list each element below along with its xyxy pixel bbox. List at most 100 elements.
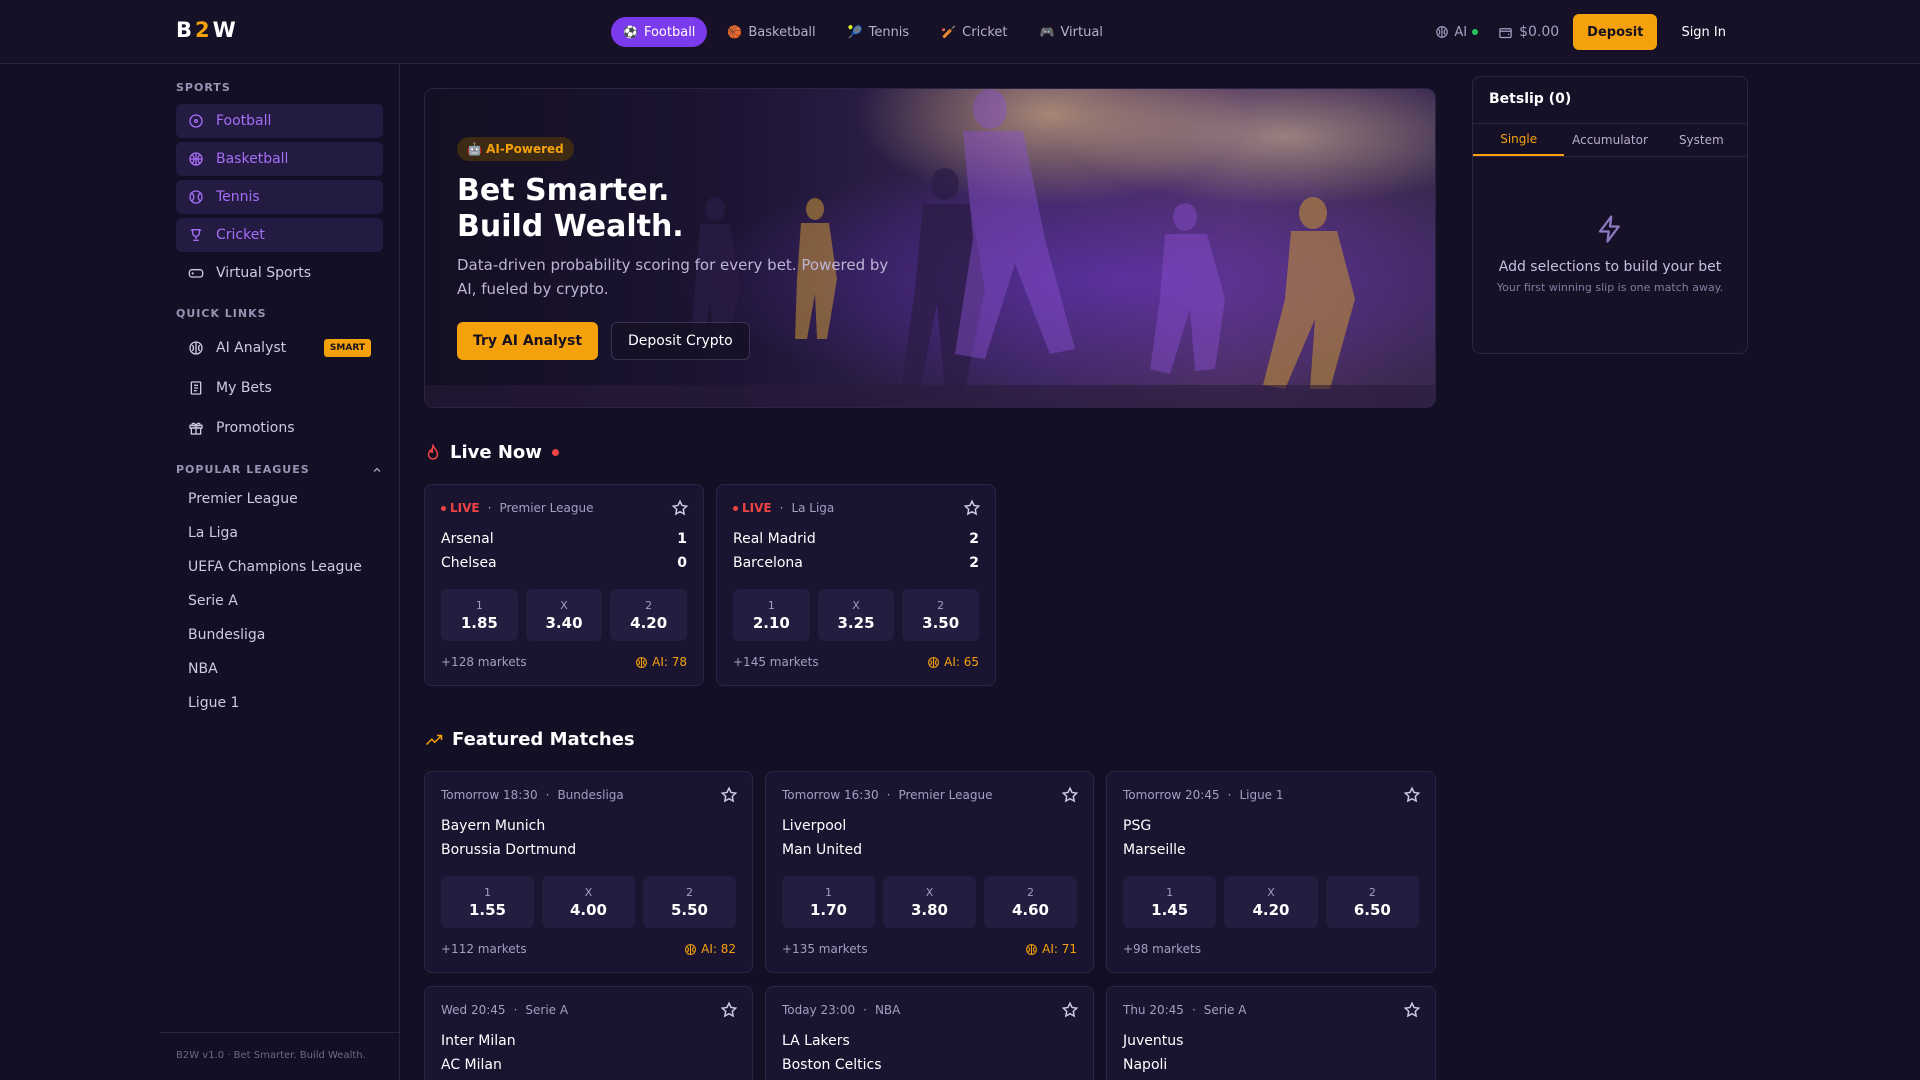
- live-label: LIVE: [733, 501, 772, 515]
- sports-heading: SPORTS: [176, 81, 231, 94]
- league-la-liga[interactable]: La Liga: [188, 516, 383, 550]
- league-ligue-1[interactable]: Ligue 1: [188, 686, 383, 720]
- odds-row: 1 1.85 X 3.40 2 4.20: [441, 589, 688, 641]
- odd-draw-button[interactable]: X 3.80: [883, 876, 976, 928]
- logo[interactable]: B2W: [176, 18, 239, 42]
- brain-icon: [636, 656, 648, 668]
- odd-value: 1.45: [1151, 900, 1189, 919]
- sidebar-item-virtual-sports[interactable]: Virtual Sports: [176, 256, 383, 290]
- sport-nav: ⚽ Football 🏀 Basketball 🎾 Tennis 🏏 Crick…: [611, 17, 1115, 47]
- sidebar-item-ai-analyst[interactable]: AI Analyst SMART: [176, 330, 383, 366]
- chevron-up-icon[interactable]: [371, 464, 383, 476]
- wallet-balance[interactable]: $0.00: [1494, 24, 1563, 40]
- odd-away-button[interactable]: 2 4.60: [984, 876, 1077, 928]
- sign-in-button[interactable]: Sign In: [1667, 25, 1740, 40]
- sidebar-item-cricket[interactable]: Cricket: [176, 218, 383, 252]
- star-icon[interactable]: [963, 499, 981, 517]
- odd-draw-button[interactable]: X 4.00: [542, 876, 635, 928]
- markets-count[interactable]: +98 markets: [1123, 942, 1201, 956]
- featured-match-card[interactable]: Tomorrow 18:30 · Bundesliga Bayern Munic…: [424, 771, 753, 973]
- logo-letter-w: W: [212, 18, 239, 42]
- match-meta: LIVE · La Liga: [733, 501, 834, 515]
- odd-value: 4.60: [1011, 900, 1049, 919]
- meta-separator: ·: [1227, 788, 1232, 802]
- odd-draw-button[interactable]: X 3.25: [817, 589, 895, 641]
- odd-label: X: [1267, 885, 1275, 899]
- meta-separator: ·: [1191, 1003, 1196, 1017]
- league-nba[interactable]: NBA: [188, 652, 383, 686]
- odd-value: 3.50: [922, 613, 960, 632]
- nav-tennis[interactable]: 🎾 Tennis: [836, 17, 922, 47]
- markets-count[interactable]: +135 markets: [782, 942, 868, 956]
- odd-draw-button[interactable]: X 4.20: [1224, 876, 1318, 928]
- odd-home-button[interactable]: 1 1.45: [1123, 876, 1217, 928]
- odd-home-button[interactable]: 1 1.85: [441, 589, 518, 641]
- featured-match-card[interactable]: Tomorrow 20:45 · Ligue 1 PSG Marseille 1…: [1106, 771, 1436, 973]
- league-serie-a[interactable]: Serie A: [188, 584, 383, 618]
- live-match-card[interactable]: LIVE · La Liga Real Madrid 2 Barcelona 2…: [716, 484, 996, 686]
- home-score: 1: [677, 531, 687, 547]
- odd-label: X: [925, 885, 934, 899]
- leagues-header[interactable]: POPULAR LEAGUES: [176, 463, 383, 476]
- odd-away-button[interactable]: 2 6.50: [1325, 876, 1419, 928]
- sidebar-item-tennis[interactable]: Tennis: [176, 180, 383, 214]
- featured-match-card[interactable]: Tomorrow 16:30 · Premier League Liverpoo…: [765, 771, 1094, 973]
- featured-match-card[interactable]: Thu 20:45 · Serie A Juventus Napoli: [1106, 986, 1436, 1080]
- tab-accumulator[interactable]: Accumulator: [1564, 124, 1655, 156]
- markets-count[interactable]: +128 markets: [441, 655, 527, 669]
- home-team: Bayern Munich: [441, 818, 546, 834]
- star-icon[interactable]: [671, 499, 689, 517]
- sidebar-item-basketball[interactable]: Basketball: [176, 142, 383, 176]
- odd-label: 1: [484, 885, 491, 899]
- live-match-card[interactable]: LIVE · Premier League Arsenal 1 Chelsea …: [424, 484, 704, 686]
- match-meta: Thu 20:45 · Serie A: [1123, 1003, 1246, 1017]
- star-icon[interactable]: [1061, 1001, 1079, 1019]
- odd-label: 2: [686, 885, 693, 899]
- match-league: Premier League: [499, 501, 594, 515]
- sidebar-item-promotions[interactable]: Promotions: [176, 410, 383, 446]
- tab-system[interactable]: System: [1656, 124, 1747, 156]
- league-bundesliga[interactable]: Bundesliga: [188, 618, 383, 652]
- sidebar-item-my-bets[interactable]: My Bets: [176, 370, 383, 406]
- nav-basketball[interactable]: 🏀 Basketball: [715, 17, 827, 47]
- odd-label: 2: [1027, 885, 1034, 899]
- odd-home-button[interactable]: 1 2.10: [733, 589, 810, 641]
- odd-label: 2: [937, 598, 945, 612]
- odd-home-button[interactable]: 1 1.70: [782, 876, 875, 928]
- nav-cricket[interactable]: 🏏 Cricket: [929, 17, 1019, 47]
- star-icon[interactable]: [1403, 786, 1421, 804]
- odd-draw-button[interactable]: X 3.40: [525, 589, 603, 641]
- match-meta: Tomorrow 20:45 · Ligue 1: [1123, 788, 1284, 802]
- league-champions-league[interactable]: UEFA Champions League: [188, 550, 383, 584]
- star-icon[interactable]: [1403, 1001, 1421, 1019]
- star-icon[interactable]: [720, 786, 738, 804]
- ai-score-value: AI: 71: [1042, 942, 1077, 956]
- try-ai-analyst-button[interactable]: Try AI Analyst: [457, 322, 599, 360]
- deposit-crypto-button[interactable]: Deposit Crypto: [611, 322, 750, 360]
- odd-away-button[interactable]: 2 3.50: [902, 589, 980, 641]
- hero-banner: 🤖 AI-Powered Bet Smarter. Build Wealth. …: [424, 88, 1436, 408]
- nav-football[interactable]: ⚽ Football: [611, 17, 708, 47]
- odd-value: 1.55: [468, 900, 506, 919]
- star-icon[interactable]: [1061, 786, 1079, 804]
- odd-away-button[interactable]: 2 5.50: [643, 876, 736, 928]
- sidebar-item-football[interactable]: Football: [176, 104, 383, 138]
- odd-label: 1: [767, 598, 775, 612]
- sidebar-footer: B2W v1.0 · Bet Smarter. Build Wealth.: [160, 1032, 400, 1080]
- featured-match-card[interactable]: Wed 20:45 · Serie A Inter Milan AC Milan: [424, 986, 753, 1080]
- trophy-icon: [188, 227, 204, 243]
- league-premier-league[interactable]: Premier League: [188, 482, 383, 516]
- markets-count[interactable]: +145 markets: [733, 655, 819, 669]
- ai-status[interactable]: AI: [1429, 25, 1484, 40]
- odd-home-button[interactable]: 1 1.55: [441, 876, 534, 928]
- odd-value: 6.50: [1353, 900, 1391, 919]
- star-icon[interactable]: [720, 1001, 738, 1019]
- featured-match-card[interactable]: Today 23:00 · NBA LA Lakers Boston Celti…: [765, 986, 1094, 1080]
- tab-single[interactable]: Single: [1473, 124, 1565, 156]
- deposit-button[interactable]: Deposit: [1573, 14, 1658, 50]
- markets-count[interactable]: +112 markets: [441, 942, 527, 956]
- ai-score: AI: 65: [927, 655, 979, 669]
- nav-virtual[interactable]: 🎮 Virtual: [1027, 17, 1114, 47]
- away-team: AC Milan: [441, 1057, 502, 1073]
- odd-away-button[interactable]: 2 4.20: [610, 589, 688, 641]
